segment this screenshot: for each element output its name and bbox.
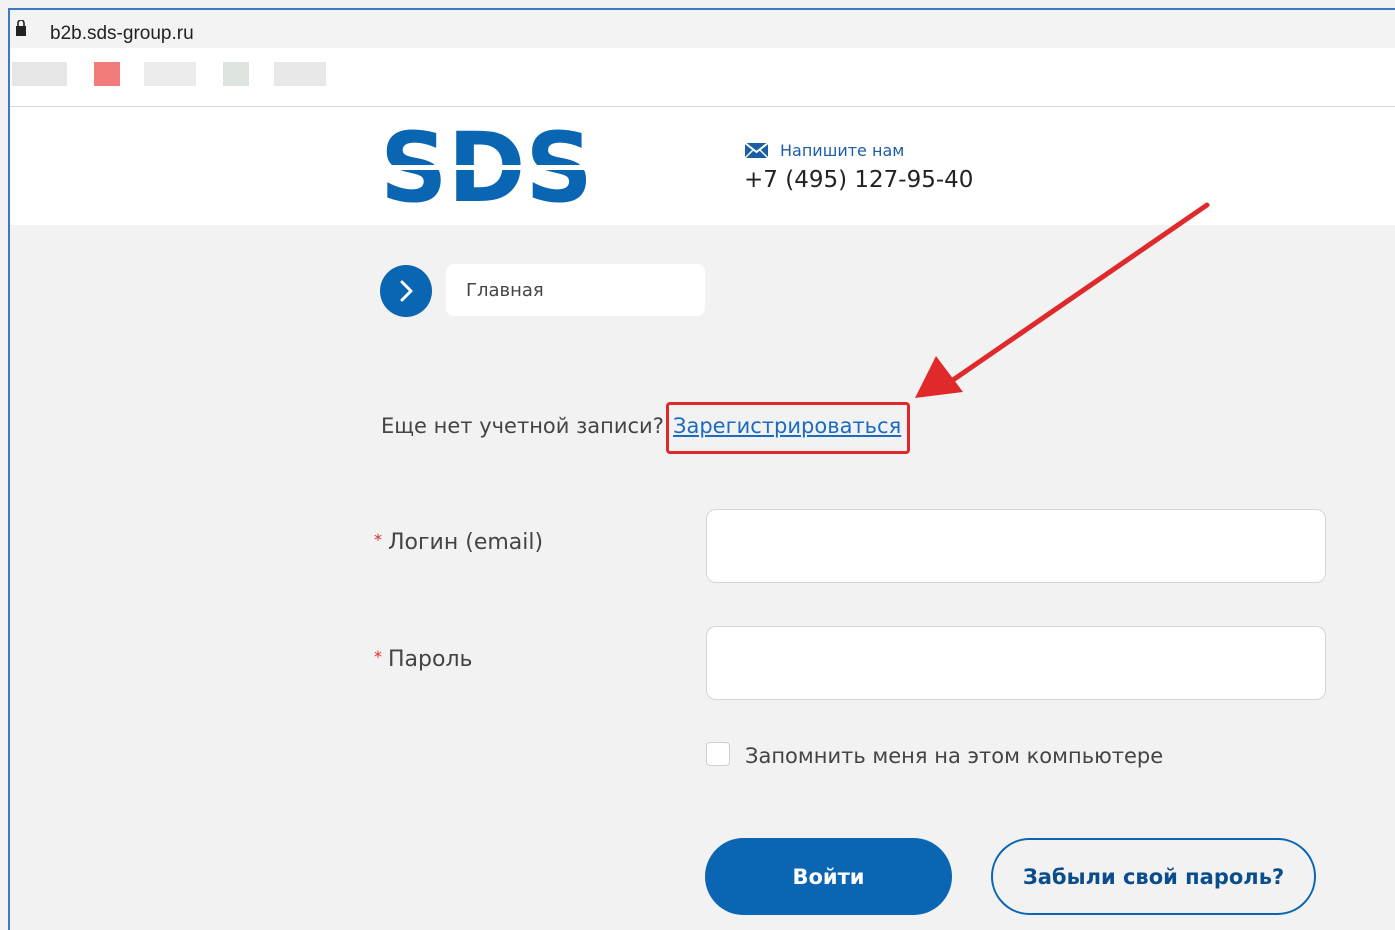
annotation-highlight-box [666, 402, 910, 454]
phone-number[interactable]: +7 (495) 127-95-40 [744, 167, 973, 193]
site-header: SDS Напишите нам +7 (495) 127-95-40 [10, 107, 1395, 225]
breadcrumb-toggle-button[interactable] [380, 265, 432, 317]
bookmarks-bar [10, 48, 1395, 107]
address-bar[interactable]: b2b.sds-group.ru [10, 10, 1395, 48]
bookmark-item[interactable] [94, 62, 120, 86]
password-label-text: Пароль [388, 647, 473, 672]
breadcrumb-home-link[interactable]: Главная [466, 280, 544, 301]
bookmark-item[interactable] [223, 62, 249, 86]
bookmark-item[interactable] [144, 62, 196, 86]
mail-icon[interactable] [744, 142, 769, 159]
url-text[interactable]: b2b.sds-group.ru [50, 23, 194, 45]
required-mark: * [374, 530, 382, 549]
bookmark-item[interactable] [12, 62, 67, 86]
remember-me-label[interactable]: Запомнить меня на этом компьютере [745, 744, 1163, 768]
sds-logo[interactable]: SDS [380, 125, 595, 207]
password-label: * Пароль [374, 647, 472, 672]
lock-icon [16, 20, 26, 36]
login-label-text: Логин (email) [388, 530, 544, 555]
password-input[interactable] [706, 626, 1326, 700]
breadcrumb: Главная [446, 264, 705, 316]
required-mark: * [374, 647, 382, 666]
remember-me-checkbox[interactable] [706, 742, 730, 766]
login-email-input[interactable] [706, 509, 1326, 583]
register-question: Еще нет учетной записи? [381, 414, 664, 438]
chevron-right-icon [400, 280, 413, 302]
bookmark-item[interactable] [274, 62, 326, 86]
login-label: * Логин (email) [374, 530, 543, 555]
forgot-password-button[interactable]: Забыли свой пароль? [991, 838, 1316, 915]
write-us-link[interactable]: Напишите нам [780, 141, 904, 160]
login-button[interactable]: Войти [705, 838, 952, 915]
